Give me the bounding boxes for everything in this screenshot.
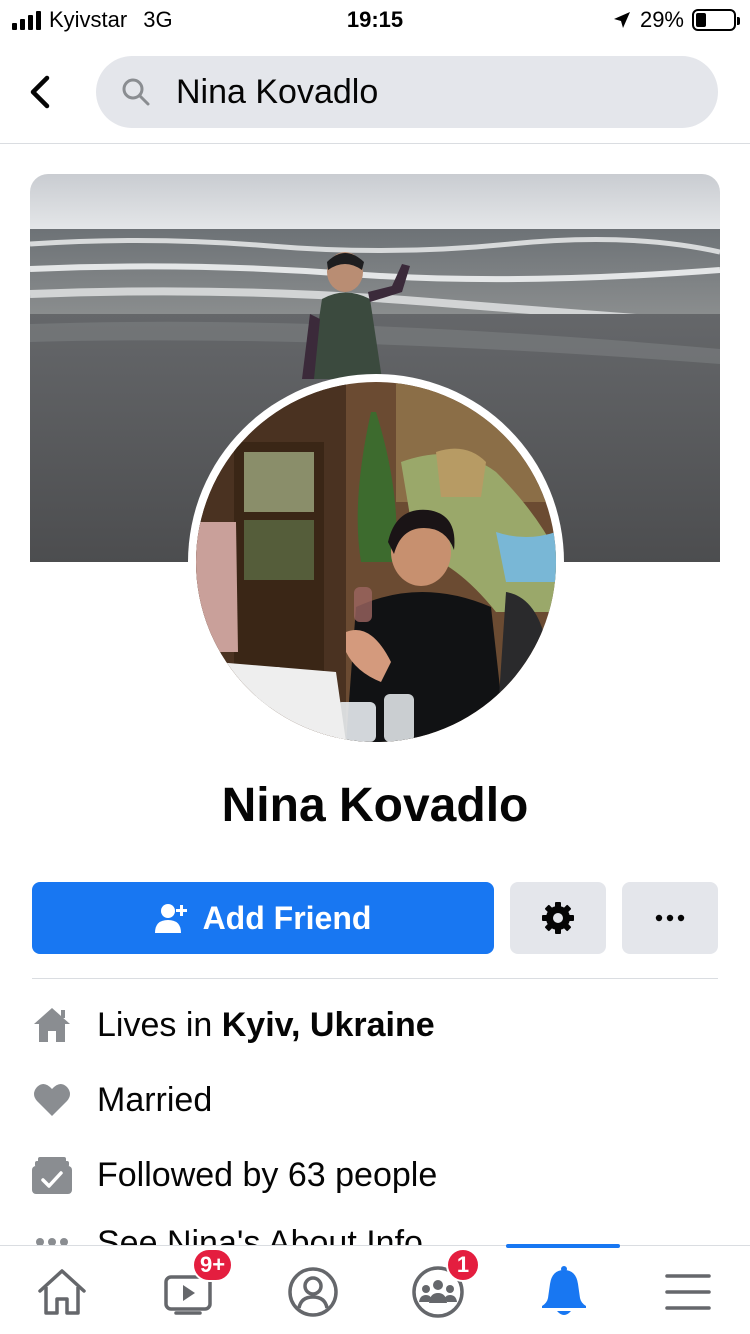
profile-icon — [288, 1267, 338, 1317]
tab-watch[interactable]: 9+ — [158, 1248, 234, 1322]
tab-menu[interactable] — [658, 1262, 718, 1322]
gear-icon — [542, 902, 574, 934]
status-bar-right: 29% — [612, 6, 740, 34]
search-bar[interactable]: Nina Kovadlo — [96, 56, 718, 128]
more-options-button[interactable] — [622, 882, 718, 954]
lives-in-text: Lives in Kyiv, Ukraine — [97, 1006, 435, 1045]
home-icon — [38, 1269, 86, 1315]
groups-notification-badge: 1 — [446, 1248, 480, 1282]
tab-profile[interactable] — [283, 1262, 343, 1322]
about-info-link[interactable]: See Nina's About Info — [97, 1224, 423, 1246]
tab-notifications[interactable] — [534, 1262, 594, 1322]
profile-picture-image — [196, 382, 556, 742]
bottom-tab-bar: 9+ 1 — [0, 1244, 750, 1334]
lives-in-prefix: Lives in — [97, 1005, 222, 1044]
heart-icon — [32, 1080, 72, 1120]
battery-cap — [737, 17, 740, 25]
add-person-icon — [154, 904, 187, 933]
location-arrow-icon — [613, 12, 630, 28]
settings-button[interactable] — [510, 882, 606, 954]
section-divider — [32, 978, 718, 979]
bell-icon — [542, 1266, 586, 1315]
search-icon — [120, 76, 152, 108]
about-more-icon — [32, 1222, 72, 1246]
tab-home[interactable] — [32, 1262, 92, 1322]
profile-name: Nina Kovadlo — [221, 779, 529, 832]
search-input[interactable]: Nina Kovadlo — [176, 73, 676, 112]
battery-percent: 29% — [639, 7, 684, 32]
lives-in-city[interactable]: Kyiv, Ukraine — [222, 1006, 435, 1044]
more-icon — [655, 914, 685, 922]
battery-icon — [692, 9, 740, 31]
relationship-row: Married — [32, 1075, 732, 1125]
about-info-row[interactable]: See Nina's About Info — [32, 1222, 732, 1246]
watch-notification-badge: 9+ — [192, 1248, 234, 1282]
followers-text[interactable]: Followed by 63 people — [97, 1156, 437, 1195]
search-header: Nina Kovadlo — [0, 44, 750, 144]
add-friend-button[interactable]: Add Friend — [32, 882, 494, 954]
tab-groups[interactable]: 1 — [408, 1248, 480, 1322]
relationship-text: Married — [97, 1080, 213, 1119]
home-icon — [32, 1005, 72, 1045]
chevron-left-icon — [30, 75, 50, 109]
back-button[interactable] — [18, 70, 62, 114]
followers-row: Followed by 63 people — [32, 1150, 732, 1200]
hamburger-menu-icon — [665, 1274, 711, 1310]
add-friend-label: Add Friend — [202, 899, 372, 936]
followers-icon — [32, 1155, 72, 1195]
battery-level — [696, 13, 707, 27]
profile-picture[interactable] — [188, 374, 564, 750]
lives-in-row: Lives in Kyiv, Ukraine — [32, 1000, 732, 1050]
active-tab-indicator — [506, 1244, 620, 1248]
status-bar: Kyivstar 3G 19:15 29% — [0, 0, 750, 40]
